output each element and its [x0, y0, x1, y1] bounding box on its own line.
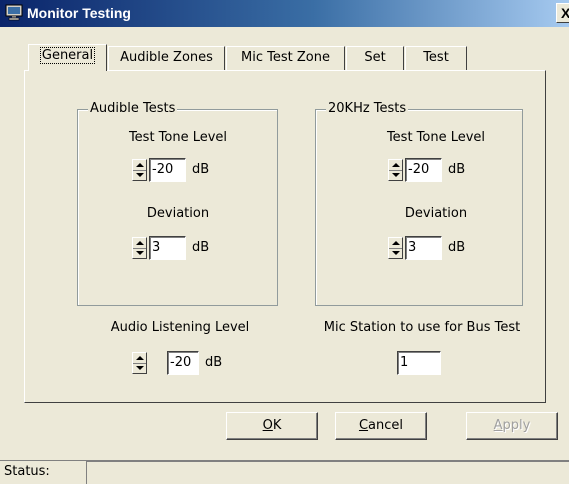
apply-mnemonic: A [493, 418, 503, 433]
cancel-button[interactable]: Cancel [335, 412, 427, 440]
tab-general-label: General [39, 47, 96, 64]
spin-down-icon[interactable] [133, 248, 146, 258]
tab-set-label: Set [364, 50, 386, 65]
tab-audible-zones[interactable]: Audible Zones [108, 46, 225, 70]
spin-down-icon[interactable] [133, 170, 146, 180]
audio-listening-level-input[interactable]: -20 [167, 351, 199, 375]
cancel-label: ancel [368, 418, 404, 433]
title-bar[interactable]: Monitor Testing X [0, 0, 569, 27]
status-text-panel [86, 461, 569, 484]
audible-tone-level-unit: dB [192, 162, 210, 177]
khz-tone-level-input[interactable]: -20 [405, 158, 442, 182]
cancel-mnemonic: C [358, 418, 369, 433]
audible-tone-level-spinner[interactable] [132, 159, 147, 181]
window-title: Monitor Testing [27, 5, 131, 21]
close-button[interactable]: X [556, 3, 569, 23]
tab-set[interactable]: Set [346, 46, 404, 70]
spin-down-icon[interactable] [133, 363, 146, 373]
mic-station-input[interactable]: 1 [397, 351, 441, 375]
apply-label: pply [502, 418, 531, 433]
khz-tone-level-label: Test Tone Level [386, 130, 486, 145]
status-bar: Status: [0, 460, 569, 484]
audible-deviation-label: Deviation [146, 206, 210, 221]
audio-listening-level-unit: dB [205, 355, 223, 370]
khz-tone-level-spinner[interactable] [388, 159, 403, 181]
audible-tone-level-label: Test Tone Level [128, 130, 228, 145]
audible-deviation-input[interactable]: 3 [149, 236, 186, 260]
tab-general[interactable]: General [28, 44, 107, 71]
status-label: Status: [4, 464, 50, 479]
close-icon: X [561, 5, 569, 21]
tab-test[interactable]: Test [405, 46, 467, 70]
mic-station-label: Mic Station to use for Bus Test [323, 320, 521, 335]
audible-tests-title: Audible Tests [88, 101, 178, 117]
monitor-testing-window: Monitor Testing X General Audible Zones … [0, 0, 569, 484]
ok-button[interactable]: OK [226, 412, 318, 440]
khz-deviation-unit: dB [448, 240, 466, 255]
tab-test-label: Test [423, 50, 449, 65]
apply-button[interactable]: Apply [466, 412, 558, 440]
audible-deviation-unit: dB [192, 240, 210, 255]
tab-mic-test-zone-label: Mic Test Zone [241, 50, 330, 65]
general-tab-panel: Audible Tests Test Tone Level -20 dB Dev… [24, 70, 546, 403]
ok-mnemonic: O [262, 418, 273, 433]
khz-deviation-label: Deviation [404, 206, 468, 221]
spin-down-icon[interactable] [389, 170, 402, 180]
spin-down-icon[interactable] [389, 248, 402, 258]
khz-tone-level-unit: dB [448, 162, 466, 177]
tab-audible-zones-label: Audible Zones [120, 50, 213, 65]
khz-tests-title: 20KHz Tests [326, 101, 409, 117]
audible-deviation-spinner[interactable] [132, 237, 147, 259]
ok-label: K [272, 418, 282, 433]
audio-listening-level-label: Audio Listening Level [110, 320, 250, 335]
khz-deviation-input[interactable]: 3 [405, 236, 442, 260]
audible-tone-level-input[interactable]: -20 [149, 158, 186, 182]
tab-mic-test-zone[interactable]: Mic Test Zone [226, 46, 345, 70]
monitor-icon [5, 4, 23, 21]
audio-listening-level-spinner[interactable] [132, 352, 147, 374]
khz-deviation-spinner[interactable] [388, 237, 403, 259]
